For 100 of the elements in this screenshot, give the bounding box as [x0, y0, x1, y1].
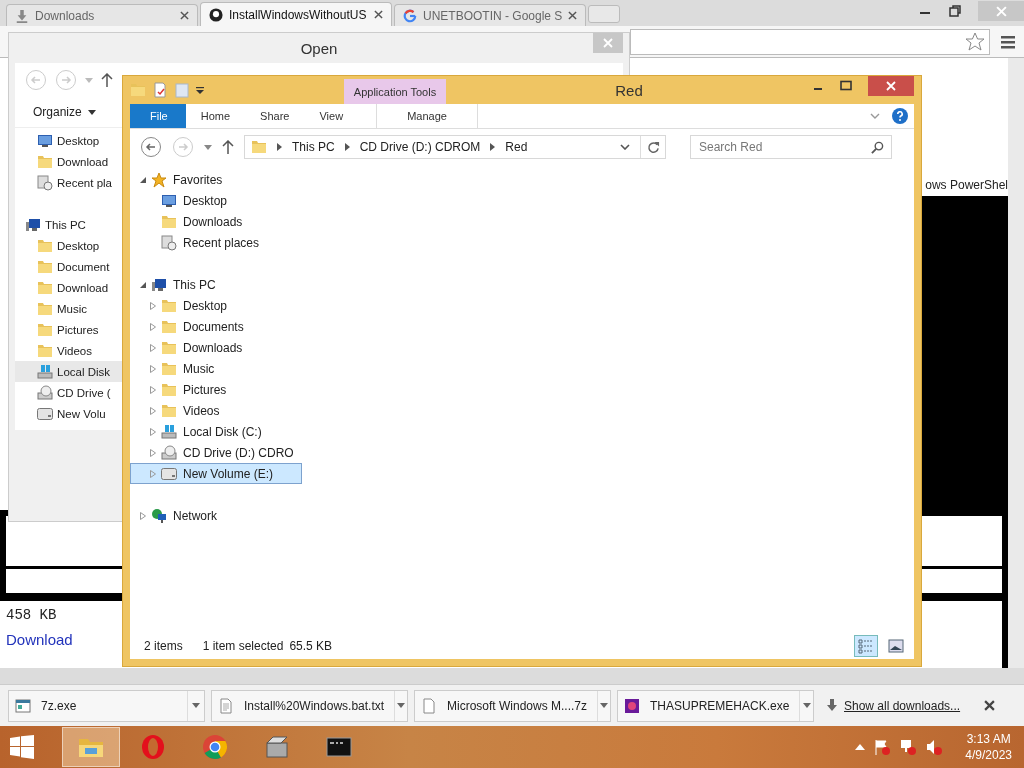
up-arrow-icon[interactable]: [855, 744, 866, 750]
search-field[interactable]: Search Red: [690, 135, 892, 159]
ribbon-tab[interactable]: Share: [245, 104, 305, 128]
collapse-arrow-icon[interactable]: [139, 175, 147, 184]
close-icon[interactable]: [374, 10, 383, 19]
show-all-downloads-link[interactable]: Show all downloads...: [844, 698, 961, 713]
dropdown-button[interactable]: [597, 690, 610, 721]
horizontal-scrollbar[interactable]: [0, 668, 1024, 684]
caret-icon: [397, 703, 406, 708]
tree-item[interactable]: New Volume (E:): [130, 463, 302, 484]
file-chip[interactable]: Microsoft Windows M....7z: [414, 689, 611, 722]
file-chip[interactable]: Install%20Windows.bat.txt: [211, 689, 408, 722]
dropdown-button[interactable]: [394, 690, 407, 721]
flag-icon[interactable]: [873, 738, 892, 756]
tree-item[interactable]: Favorites: [130, 169, 302, 190]
file-chip[interactable]: THASUPREMEHACK.exe: [617, 689, 814, 722]
expand-arrow-icon[interactable]: [149, 406, 157, 415]
restore-icon[interactable]: [948, 4, 962, 18]
time[interactable]: 3:13 AM: [966, 731, 1011, 747]
properties-icon[interactable]: [152, 82, 168, 98]
folder-icon: [161, 318, 177, 335]
expand-arrow-icon[interactable]: [149, 301, 157, 310]
tree-item[interactable]: Network: [130, 505, 302, 526]
up-arrow-icon[interactable]: [222, 140, 234, 154]
tree-item[interactable]: Desktop: [130, 295, 302, 316]
expand-arrow-icon[interactable]: [149, 364, 157, 373]
ribbon-tab[interactable]: File: [130, 104, 186, 128]
ribbon-tab[interactable]: Manage: [376, 104, 479, 128]
tree-item[interactable]: Documents: [130, 316, 302, 337]
tree-item[interactable]: Downloads: [130, 211, 302, 232]
nav-item[interactable]: New Volu: [15, 403, 122, 424]
tree-item[interactable]: Desktop: [130, 190, 302, 211]
browser-tab[interactable]: UNETBOOTIN - Google S: [394, 4, 587, 26]
maximize-icon[interactable]: [840, 80, 852, 92]
nav-item[interactable]: Download: [15, 151, 122, 172]
windows-logo-icon[interactable]: [10, 735, 34, 759]
collapse-arrow-icon[interactable]: [139, 280, 147, 289]
caret-icon[interactable]: [204, 144, 212, 150]
breadcrumb[interactable]: This PC: [292, 140, 335, 154]
expand-arrow-icon[interactable]: [149, 322, 157, 331]
tree-item[interactable]: This PC: [130, 274, 302, 295]
nav-item[interactable]: Recent pla: [15, 172, 122, 193]
up-arrow-icon[interactable]: [101, 73, 113, 87]
menu-icon[interactable]: [1000, 33, 1016, 50]
nav-item[interactable]: This PC: [15, 214, 122, 235]
tree-item[interactable]: Local Disk (C:): [130, 421, 302, 442]
vertical-scrollbar[interactable]: [1008, 58, 1024, 668]
nav-item[interactable]: Desktop: [15, 130, 122, 151]
help-icon[interactable]: [892, 108, 908, 124]
expand-arrow-icon[interactable]: [149, 343, 157, 352]
close-button[interactable]: [868, 76, 914, 96]
organize-button[interactable]: Organize: [33, 105, 96, 119]
details-view-button[interactable]: [854, 635, 878, 657]
nav-item[interactable]: Videos: [15, 340, 122, 361]
chevron-right-icon[interactable]: [490, 143, 496, 151]
drive-icon: [161, 423, 177, 440]
speaker-icon[interactable]: [925, 738, 944, 756]
browser-tab[interactable]: InstallWindowsWithoutUS: [200, 2, 392, 26]
nav-item[interactable]: Music: [15, 298, 122, 319]
chevron-right-icon[interactable]: [344, 143, 350, 151]
expand-arrow-icon[interactable]: [139, 511, 147, 520]
dropdown-button[interactable]: [799, 690, 813, 721]
chevron-down-icon[interactable]: [620, 144, 630, 150]
nav-item[interactable]: Download: [15, 277, 122, 298]
nav-item[interactable]: Document: [15, 256, 122, 277]
close-icon: [995, 5, 1007, 17]
tree-item[interactable]: CD Drive (D:) CDRO: [130, 442, 302, 463]
expand-arrow-icon[interactable]: [149, 469, 157, 478]
search-icon: [871, 141, 884, 154]
breadcrumb[interactable]: CD Drive (D:) CDROM: [359, 140, 481, 154]
network-icon[interactable]: [899, 738, 918, 756]
tree-item[interactable]: Downloads: [130, 337, 302, 358]
nav-item[interactable]: Pictures: [15, 319, 122, 340]
nav-item[interactable]: Desktop: [15, 235, 122, 256]
ribbon-tab[interactable]: View: [304, 104, 359, 128]
expand-arrow-icon[interactable]: [149, 427, 157, 436]
breadcrumb[interactable]: Red: [505, 140, 528, 154]
expand-arrow-icon[interactable]: [149, 385, 157, 394]
close-icon[interactable]: [568, 11, 578, 20]
date[interactable]: 4/9/2023: [965, 747, 1012, 763]
tree-item[interactable]: Recent places: [130, 232, 302, 253]
file-chip[interactable]: 7z.exe: [8, 689, 205, 722]
back-icon[interactable]: [140, 136, 162, 158]
network-icon: [151, 507, 167, 524]
tree-item[interactable]: Videos: [130, 400, 302, 421]
caret-icon[interactable]: [196, 86, 204, 94]
chevron-right-icon[interactable]: [277, 143, 282, 151]
browser-tab[interactable]: Downloads: [6, 4, 198, 26]
close-icon[interactable]: [984, 700, 996, 711]
star-icon[interactable]: [965, 31, 985, 52]
expand-arrow-icon[interactable]: [149, 448, 157, 457]
tree-item[interactable]: Music: [130, 358, 302, 379]
tree-item[interactable]: Pictures: [130, 379, 302, 400]
download-link[interactable]: Download: [6, 631, 73, 648]
nav-item[interactable]: CD Drive (: [15, 382, 122, 403]
nav-item[interactable]: Local Disk: [15, 361, 122, 382]
ribbon-tab[interactable]: Home: [185, 104, 246, 128]
monitor-icon: [161, 192, 177, 209]
close-icon[interactable]: [180, 11, 189, 20]
address-bar[interactable]: This PC CD Drive (D:) CDROM Red: [244, 135, 666, 159]
